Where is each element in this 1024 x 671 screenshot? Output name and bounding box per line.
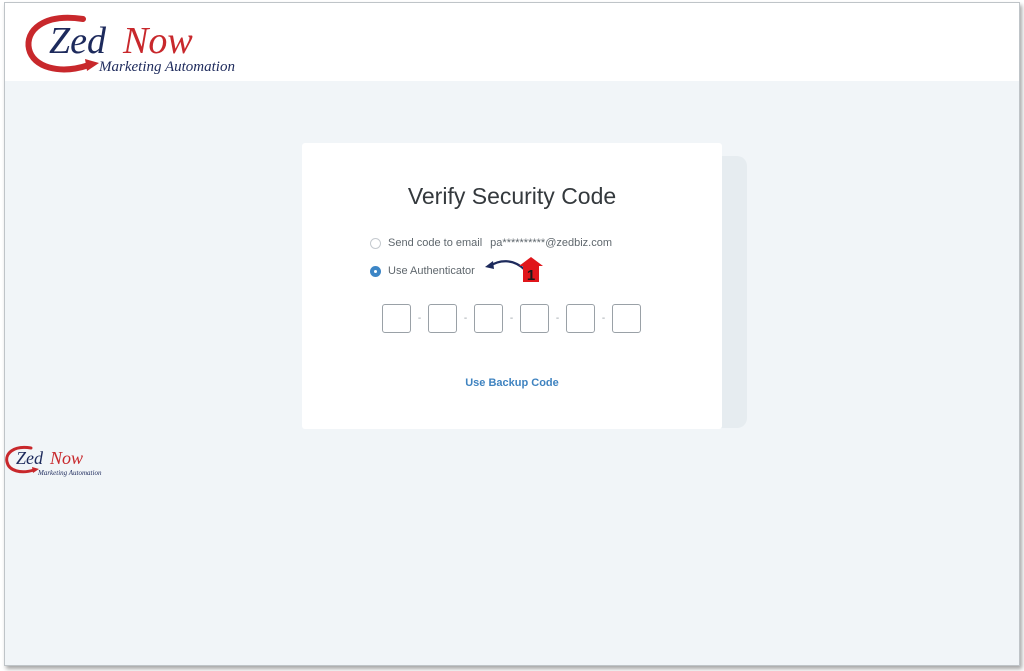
zednow-logo-small: Zed Now Marketing Automation	[5, 445, 102, 477]
logo-tagline: Marketing Automation	[98, 59, 235, 75]
use-backup-code-link[interactable]: Use Backup Code	[302, 377, 722, 389]
logo-small-zed: Zed	[16, 448, 44, 468]
code-separator: -	[417, 313, 422, 324]
code-input-group: - - - - -	[382, 304, 641, 333]
code-separator: -	[601, 313, 606, 324]
step-number: 1	[527, 267, 535, 284]
page-title: Verify Security Code	[407, 183, 617, 209]
browser-frame: Zed Now Marketing Automation Zed Now Mar…	[4, 2, 1020, 666]
zednow-logo[interactable]: Zed Now Marketing Automation	[23, 9, 263, 77]
radio-authenticator[interactable]	[370, 265, 381, 277]
option-authenticator-label: Use Authenticator	[388, 265, 475, 277]
verify-card: Verify Security Code Send code to email …	[302, 143, 722, 429]
option-send-email[interactable]: Send code to email pa**********@zedbiz.c…	[370, 235, 612, 251]
logo-text-zed: Zed	[49, 20, 107, 62]
option-authenticator[interactable]: Use Authenticator	[370, 263, 475, 279]
code-digit-input[interactable]	[566, 304, 595, 333]
code-separator: -	[509, 313, 514, 324]
code-separator: -	[555, 313, 560, 324]
code-digit-input[interactable]	[612, 304, 641, 333]
radio-send-email[interactable]	[370, 237, 381, 249]
header-bar: Zed Now Marketing Automation	[5, 3, 1019, 81]
logo-text-now: Now	[122, 20, 193, 62]
masked-email: pa**********@zedbiz.com	[490, 237, 613, 249]
step-annotation: 1	[485, 257, 543, 284]
option-send-email-label: Send code to email	[388, 237, 483, 249]
code-digit-input[interactable]	[474, 304, 503, 333]
logo-small-tagline: Marketing Automation	[37, 469, 102, 477]
code-digit-input[interactable]	[428, 304, 457, 333]
code-digit-input[interactable]	[382, 304, 411, 333]
logo-small-now: Now	[49, 448, 83, 468]
code-separator: -	[463, 313, 468, 324]
code-digit-input[interactable]	[520, 304, 549, 333]
